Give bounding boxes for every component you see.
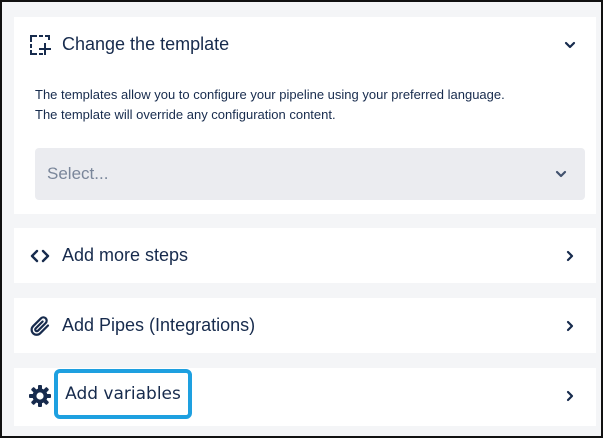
- steps-section-header[interactable]: Add more steps: [14, 228, 596, 283]
- template-add-icon: [28, 33, 52, 57]
- chevron-down-icon[interactable]: [564, 39, 576, 51]
- chevron-right-icon[interactable]: [564, 250, 576, 262]
- code-icon: [28, 244, 52, 268]
- template-description: The templates allow you to configure you…: [35, 85, 580, 125]
- template-section-header[interactable]: Change the template: [14, 17, 596, 72]
- chevron-down-icon: [555, 168, 567, 180]
- paperclip-icon: [28, 314, 52, 338]
- template-description-line: The templates allow you to configure you…: [35, 87, 505, 102]
- template-section: Change the template The templates allow …: [14, 17, 596, 214]
- template-select[interactable]: Select...: [35, 148, 585, 200]
- pipes-section-header[interactable]: Add Pipes (Integrations): [14, 298, 596, 353]
- chevron-right-icon[interactable]: [564, 320, 576, 332]
- steps-section-title: Add more steps: [62, 245, 189, 265]
- template-description-line: The template will override any configura…: [35, 107, 336, 122]
- chevron-right-icon[interactable]: [564, 390, 576, 402]
- gear-icon: [28, 384, 52, 408]
- pipes-section-title: Add Pipes (Integrations): [62, 315, 256, 335]
- steps-section: Add more steps: [14, 228, 596, 283]
- template-select-placeholder: Select...: [47, 164, 109, 183]
- template-section-title: Change the template: [62, 34, 230, 54]
- pipeline-options-panel: Change the template The templates allow …: [0, 0, 603, 438]
- add-variables-highlight[interactable]: Add variables: [54, 369, 192, 419]
- pipes-section: Add Pipes (Integrations): [14, 298, 596, 353]
- variables-section-title: Add variables: [65, 384, 181, 404]
